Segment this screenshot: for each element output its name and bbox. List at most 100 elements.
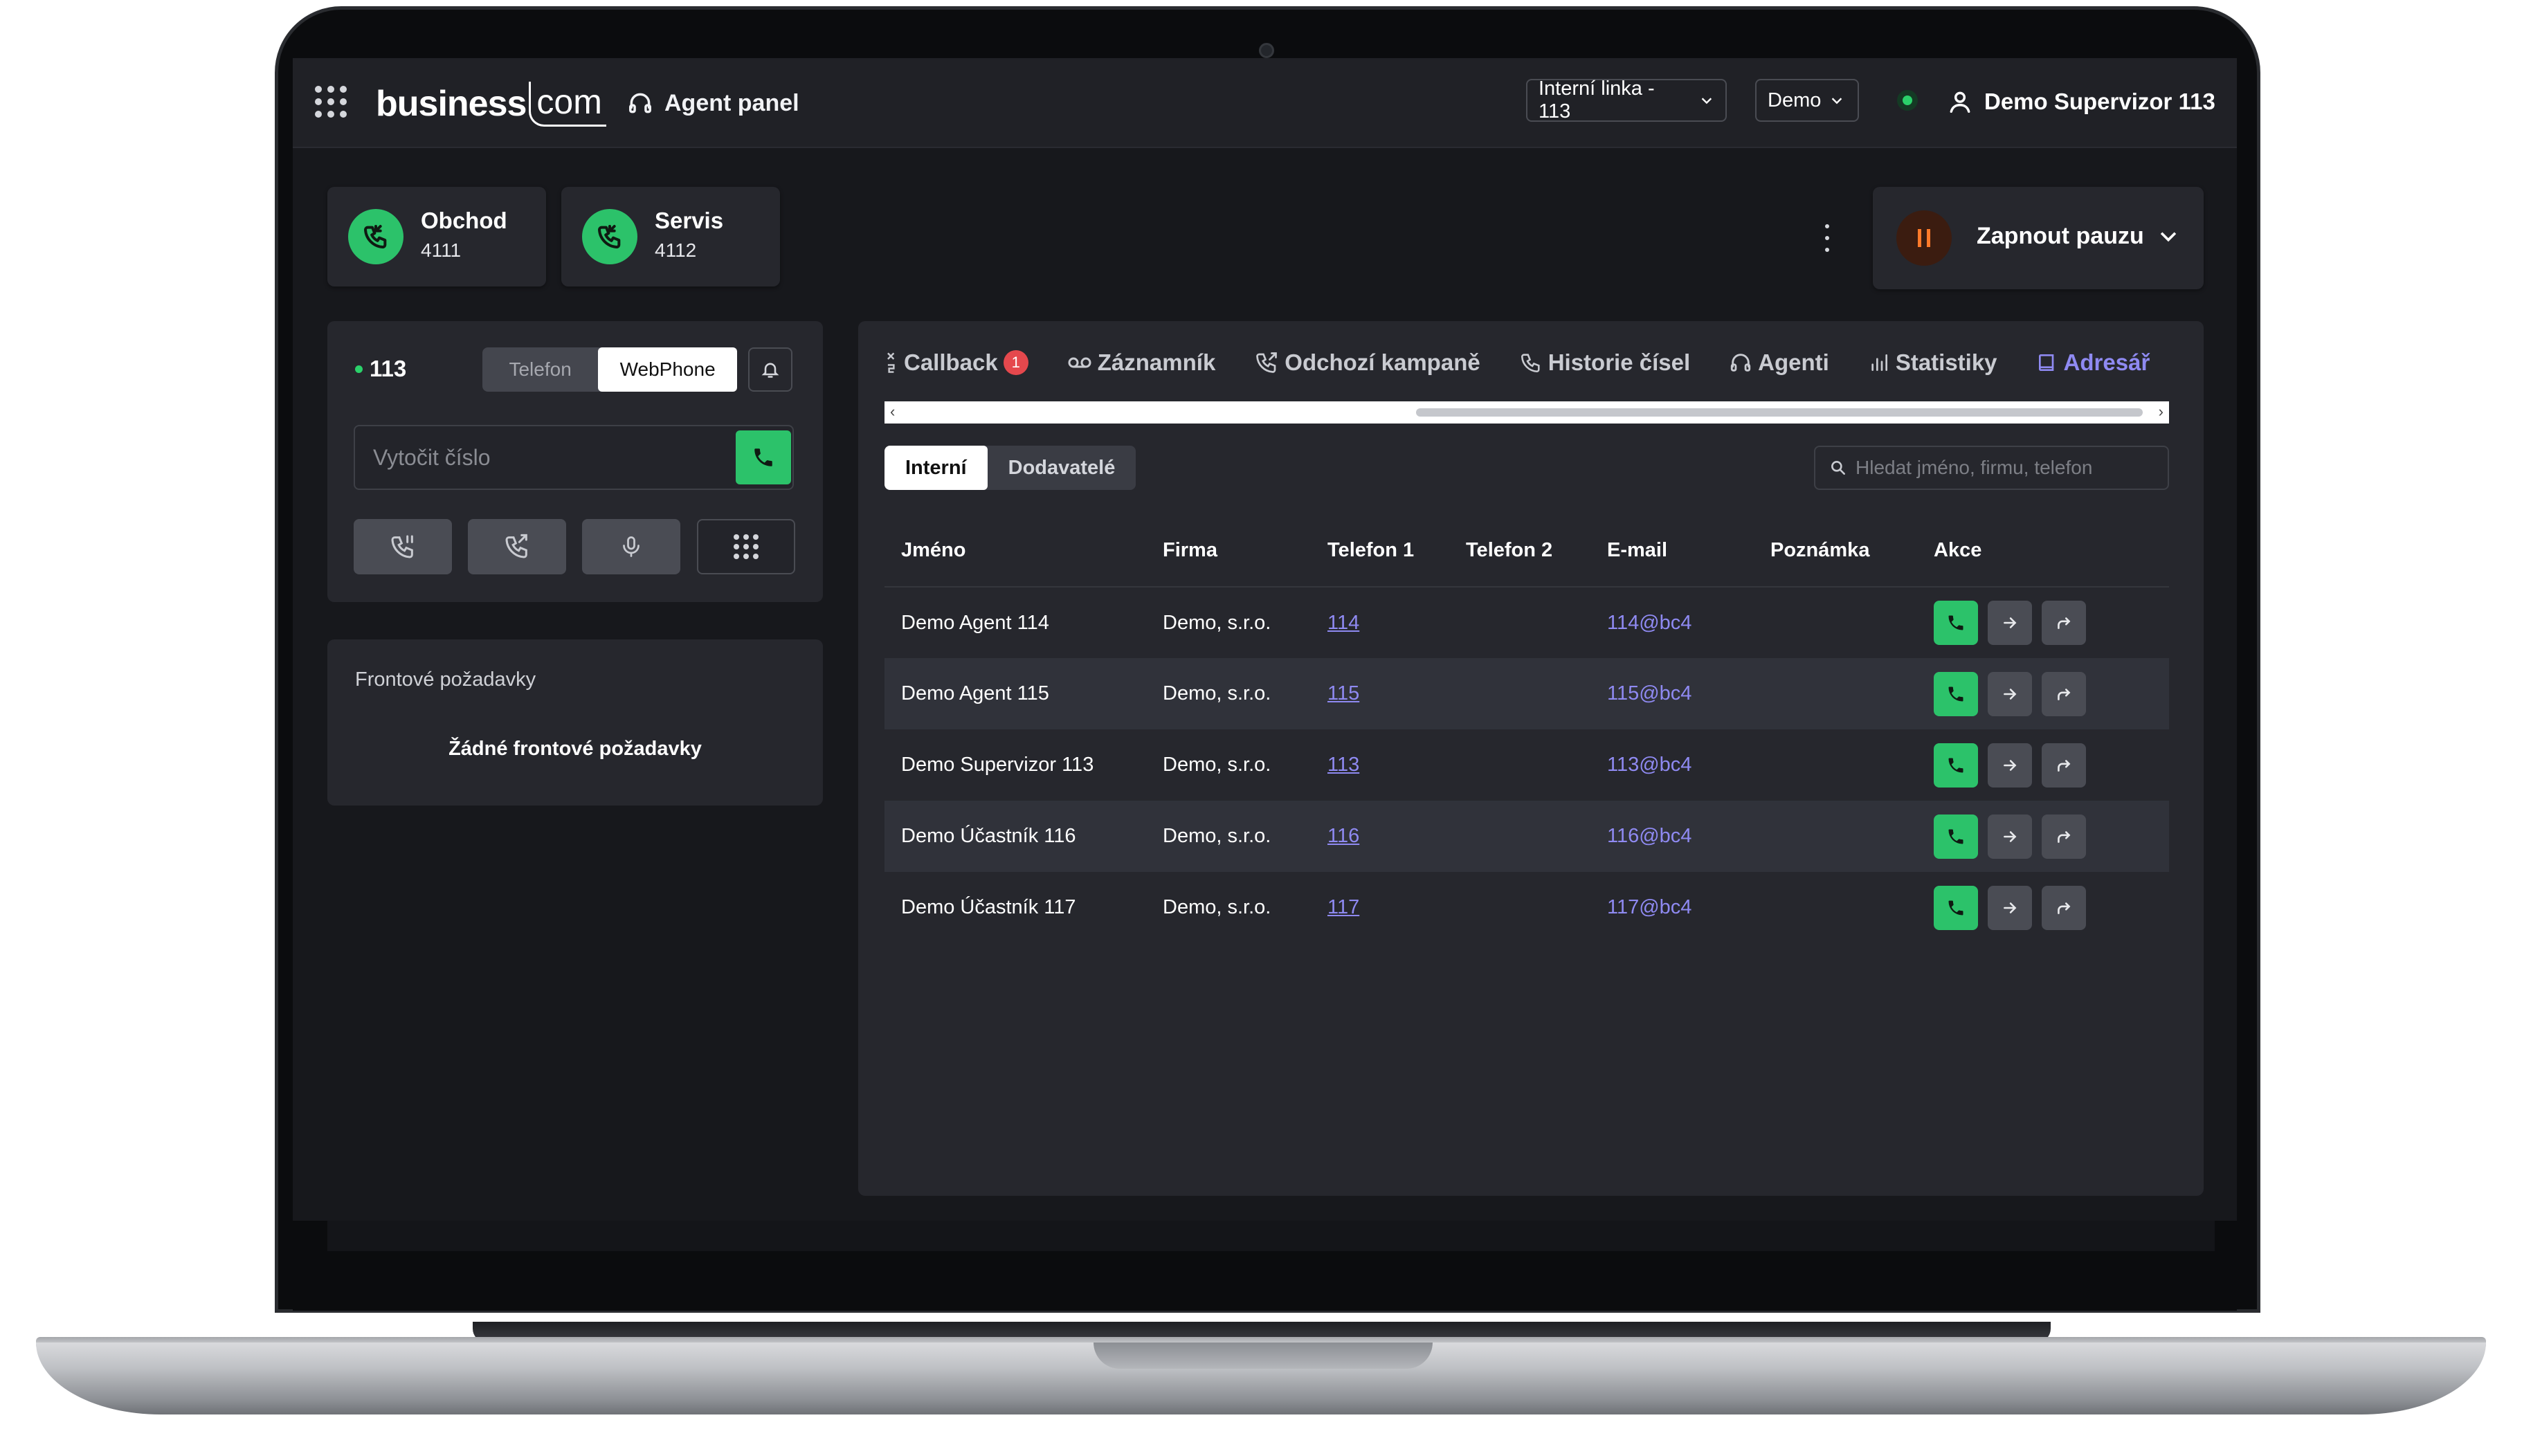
queue-card-servis[interactable]: Servis 4112: [561, 187, 780, 286]
line-select[interactable]: Interní linka - 113: [1526, 78, 1727, 122]
phone-icon: [1948, 829, 1963, 844]
screen: business com Agent panel Interní linka -…: [293, 58, 2237, 1221]
pause-button[interactable]: Zapnout pauzu: [1873, 187, 2204, 289]
arrow-right-icon: [2004, 830, 2017, 842]
tab-callback[interactable]: Callback 1: [884, 349, 1028, 376]
column-header-phone1[interactable]: Telefon 1: [1311, 515, 1449, 588]
tabs-scrollbar[interactable]: ‹ ›: [884, 401, 2169, 424]
transfer-button[interactable]: [1988, 885, 2032, 930]
tab-label: Statistiky: [1895, 349, 1997, 375]
tab-number-history[interactable]: Historie čísel: [1519, 349, 1690, 376]
phone-icon: [1948, 615, 1963, 630]
extension-number: 113: [370, 356, 407, 381]
tab-outbound-campaigns[interactable]: Odchozí kampaně: [1254, 349, 1480, 376]
logo-suffix: com: [529, 81, 606, 127]
directory-search: [1814, 446, 2169, 490]
user-menu[interactable]: Demo Supervizor 113: [1947, 83, 2215, 120]
queue-number: 4111: [421, 239, 462, 261]
arrow-right-icon: [2004, 902, 2017, 913]
column-header-name[interactable]: Jméno: [884, 515, 1146, 588]
tab-voicemail[interactable]: Záznamník: [1067, 349, 1215, 376]
apps-menu-icon[interactable]: [315, 86, 347, 118]
book-icon: [2038, 354, 2053, 371]
transfer-call-button[interactable]: [468, 519, 566, 574]
dial-input[interactable]: [373, 440, 691, 475]
column-header-company[interactable]: Firma: [1146, 515, 1311, 588]
phone-link[interactable]: 115: [1327, 682, 1359, 704]
environment-select[interactable]: Demo: [1755, 79, 1859, 122]
logo[interactable]: business com: [376, 76, 606, 131]
notifications-button[interactable]: [748, 347, 792, 392]
phone-link[interactable]: 117: [1327, 896, 1359, 918]
callback-icon: [887, 352, 895, 373]
scroll-right-icon[interactable]: ›: [2159, 403, 2163, 421]
table-row: Demo Účastník 117 Demo, s.r.o. 117 117@b…: [884, 872, 2169, 943]
online-status-indicator[interactable]: [1897, 90, 1918, 111]
phone-icon: [1948, 758, 1963, 772]
column-header-email[interactable]: E-mail: [1590, 515, 1754, 588]
call-button[interactable]: [1934, 671, 1978, 716]
cell-company: Demo, s.r.o.: [1163, 754, 1271, 776]
search-input[interactable]: [1856, 457, 2153, 479]
call-button[interactable]: [1934, 814, 1978, 859]
directory-table: Jméno Firma Telefon 1 Telefon 2 E-mail P…: [884, 515, 2169, 943]
tab-agents[interactable]: Agenti: [1729, 349, 1829, 376]
column-header-phone2[interactable]: Telefon 2: [1449, 515, 1590, 588]
phone-link[interactable]: 113: [1327, 754, 1359, 776]
transfer-button[interactable]: [1988, 671, 2032, 716]
mode-telefon[interactable]: Telefon: [482, 347, 598, 392]
table-row: Demo Supervizor 113 Demo, s.r.o. 113 113…: [884, 729, 2169, 801]
scroll-left-icon[interactable]: ‹: [890, 403, 895, 421]
row-actions: [1934, 743, 2169, 788]
cell-note: [1754, 658, 1917, 729]
transfer-button[interactable]: [1988, 743, 2032, 788]
scrollbar-thumb[interactable]: [1416, 408, 2143, 417]
hold-call-button[interactable]: [354, 519, 452, 574]
tab-label: Agenti: [1758, 349, 1829, 375]
main-panel: Callback 1 Záznamník Odchozí kampaně His…: [858, 321, 2204, 1196]
forward-button[interactable]: [2042, 743, 2086, 788]
cell-note: [1754, 801, 1917, 872]
app-title-label: Agent panel: [664, 89, 799, 116]
transfer-button[interactable]: [1988, 814, 2032, 859]
call-button[interactable]: [1934, 885, 1978, 930]
subtab-suppliers[interactable]: Dodavatelé: [988, 446, 1136, 490]
cell-email: 115@bc4: [1590, 658, 1754, 729]
tab-address-book[interactable]: Adresář: [2036, 349, 2150, 376]
mode-webphone[interactable]: WebPhone: [598, 347, 737, 392]
queue-card-obchod[interactable]: Obchod 4111: [327, 187, 546, 286]
tab-label: Historie čísel: [1548, 349, 1691, 375]
phone-transfer-icon: [505, 534, 527, 558]
cell-email: 113@bc4: [1607, 754, 1692, 776]
cell-company: Demo, s.r.o.: [1146, 658, 1311, 729]
chevron-down-icon: [1701, 98, 1712, 104]
cell-name: Demo Supervizor 113: [901, 754, 1094, 776]
transfer-button[interactable]: [1988, 601, 2032, 645]
keypad-button[interactable]: [697, 519, 795, 574]
row-actions: [1934, 814, 2169, 859]
dial-call-button[interactable]: [736, 430, 791, 484]
phone-link[interactable]: 116: [1327, 825, 1359, 847]
call-button[interactable]: [1934, 601, 1978, 645]
cell-note: [1754, 872, 1917, 943]
topbar: business com Agent panel Interní linka -…: [293, 58, 2237, 148]
forward-button[interactable]: [2042, 601, 2086, 645]
table-header-row: Jméno Firma Telefon 1 Telefon 2 E-mail P…: [884, 515, 2169, 588]
call-button[interactable]: [1934, 743, 1978, 788]
app-title: Agent panel: [627, 86, 799, 120]
phone-link[interactable]: 114: [1327, 612, 1359, 634]
column-header-note[interactable]: Poznámka: [1754, 515, 1917, 588]
arrow-right-icon: [2004, 688, 2017, 700]
cell-name: Demo Agent 114: [901, 611, 1049, 634]
phone-icon: [754, 448, 772, 466]
mute-button[interactable]: [582, 519, 680, 574]
tab-statistics[interactable]: Statistiky: [1868, 349, 1997, 376]
more-options-icon[interactable]: [1824, 224, 1831, 252]
forward-icon: [2058, 902, 2071, 914]
forward-button[interactable]: [2042, 885, 2086, 930]
subtab-internal[interactable]: Interní: [884, 446, 988, 490]
forward-button[interactable]: [2042, 814, 2086, 859]
forward-button[interactable]: [2042, 671, 2086, 716]
keypad-icon: [734, 534, 759, 559]
dial-field: [354, 425, 794, 490]
